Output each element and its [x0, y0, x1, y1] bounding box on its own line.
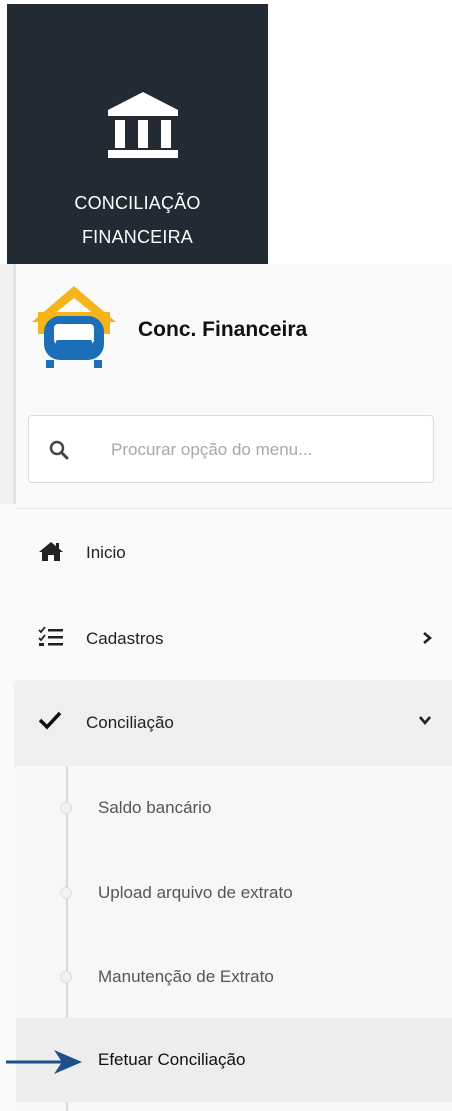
- submenu-item-upload-extrato[interactable]: Upload arquivo de extrato: [16, 851, 452, 935]
- chevron-down-icon: [419, 716, 431, 725]
- menu-item-inicio[interactable]: Inicio: [16, 510, 452, 596]
- tree-dot: [60, 971, 72, 983]
- divider: [16, 508, 452, 509]
- arrow-right-icon: [6, 1050, 82, 1074]
- sidebar-edge: [0, 264, 16, 504]
- checkmark-icon: [38, 711, 62, 730]
- menu-item-conciliacao[interactable]: Conciliação: [16, 680, 452, 766]
- menu-item-label: Inicio: [86, 543, 126, 562]
- menu-item-label: Conciliação: [86, 713, 174, 732]
- submenu-item-manutencao-extrato[interactable]: Manutenção de Extrato: [16, 935, 452, 1019]
- search-icon: [49, 440, 69, 460]
- menu-search[interactable]: [28, 415, 434, 483]
- submenu-item-label: Saldo bancário: [98, 798, 212, 817]
- menu-item-label: Cadastros: [86, 629, 164, 648]
- submenu-item-label: Manutenção de Extrato: [98, 967, 274, 986]
- search-input[interactable]: [109, 434, 413, 466]
- tree-dot: [60, 887, 72, 899]
- submenu-item-saldo-bancario[interactable]: Saldo bancário: [16, 766, 452, 850]
- tile-label: CONCILIAÇÃO FINANCEIRA: [74, 193, 201, 247]
- checklist-icon: [38, 626, 63, 646]
- bank-icon: [108, 92, 178, 158]
- app-tile[interactable]: CONCILIAÇÃO FINANCEIRA: [7, 4, 268, 264]
- menu-item-cadastros[interactable]: Cadastros: [16, 596, 452, 682]
- home-icon: [39, 542, 63, 561]
- submenu-item-label: Upload arquivo de extrato: [98, 883, 293, 902]
- house-sofa-logo: [32, 286, 116, 368]
- brand-name: Conc. Financeira: [138, 318, 308, 341]
- submenu-item-label: Efetuar Conciliação: [98, 1050, 246, 1069]
- chevron-right-icon: [423, 632, 432, 644]
- brand[interactable]: Conc. Financeira: [28, 282, 448, 372]
- tree-dot: [60, 802, 72, 814]
